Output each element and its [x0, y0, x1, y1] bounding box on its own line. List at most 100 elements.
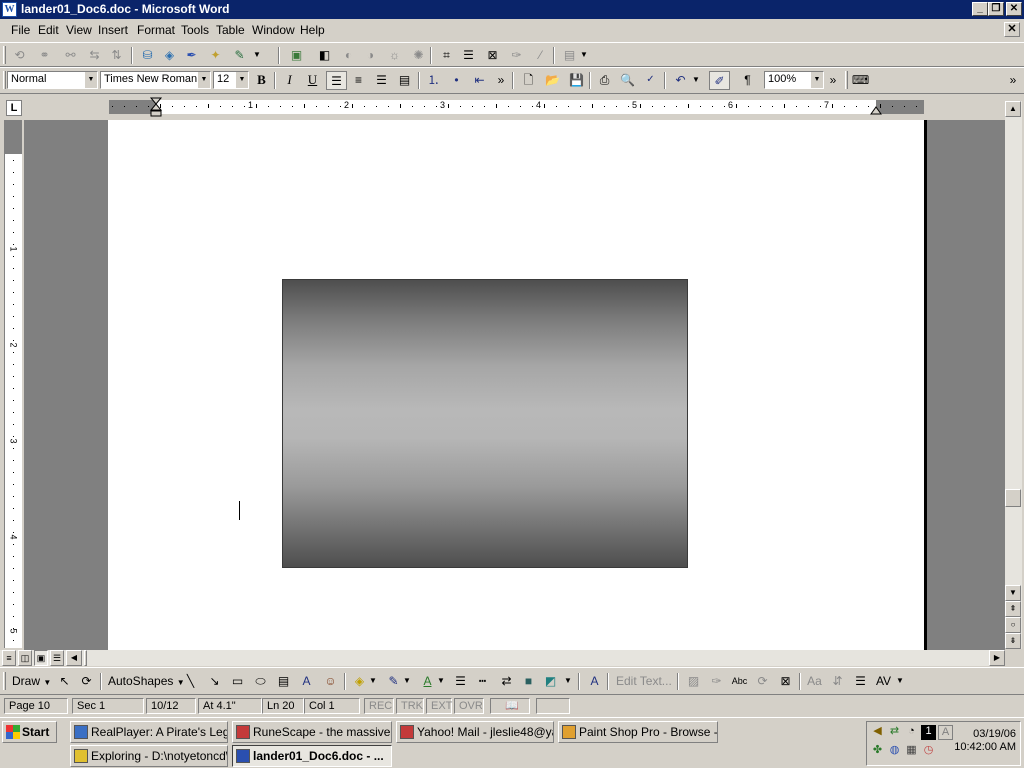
show-hide-button[interactable]: ¶ [737, 71, 758, 90]
dropdown-arrow-icon[interactable]: ▼ [436, 672, 446, 691]
task-button-exploring[interactable]: Exploring - D:\notyetoncd\... [70, 745, 228, 767]
align-left-button[interactable]: ☰ [326, 71, 347, 90]
right-indent-marker-icon[interactable] [868, 102, 884, 116]
font-size-select[interactable]: 12 ▼ [213, 71, 249, 89]
minimize-button[interactable]: _ [972, 2, 988, 16]
undo-icon[interactable]: ↶ [670, 71, 691, 90]
arrow-style-icon[interactable]: ⇄ [496, 672, 517, 691]
save-icon[interactable]: 💾 [566, 71, 587, 90]
print-icon[interactable]: ⎙ [594, 71, 615, 90]
keyboard-icon[interactable]: ⌨ [850, 71, 871, 90]
start-button[interactable]: Start [2, 721, 57, 743]
dropdown-arrow-icon[interactable]: ▼ [250, 46, 264, 65]
wordart-shape-icon[interactable]: ▨ [683, 672, 704, 691]
scroll-up-icon[interactable]: ▲ [1005, 101, 1021, 117]
align-right-button[interactable]: ☰ [371, 71, 392, 90]
task-button-runescape[interactable]: RuneScape - the massive ... [232, 721, 392, 743]
menu-format[interactable]: Format [137, 23, 175, 37]
image-control-icon[interactable]: ◧ [314, 46, 335, 65]
inserted-picture[interactable] [282, 279, 688, 568]
document-area[interactable] [24, 120, 1005, 650]
new-document-icon[interactable]: 🗋 [518, 71, 539, 90]
free-rotate-icon[interactable]: ⟳ [752, 672, 773, 691]
menu-help[interactable]: Help [300, 23, 325, 37]
spelling-icon[interactable]: ✓ [640, 71, 661, 90]
wordart-icon[interactable]: A [296, 672, 317, 691]
globe-icon[interactable]: ◍ [887, 744, 902, 759]
status-rec[interactable]: REC [364, 698, 394, 714]
toolbar-grip[interactable] [3, 672, 6, 690]
link-icon[interactable]: ⚯ [60, 46, 81, 65]
tray-number-badge[interactable]: 1 [921, 725, 936, 740]
restore-button[interactable]: ❐ [988, 2, 1004, 16]
wordart-gallery-icon[interactable]: Abc [729, 672, 750, 691]
printer-icon[interactable]: ▦ [904, 744, 919, 759]
scroll-right-icon[interactable]: ▶ [989, 650, 1005, 666]
format-wordart-icon[interactable]: ✑ [706, 672, 727, 691]
pencil-color-icon[interactable]: ✎ [229, 46, 250, 65]
menu-file[interactable]: File [11, 23, 30, 37]
zoom-select[interactable]: 100% ▼ [764, 71, 824, 89]
line-style-icon[interactable]: ☰ [450, 672, 471, 691]
free-rotate-icon[interactable]: ⟳ [76, 672, 97, 691]
dropdown-arrow-icon[interactable]: ▼ [690, 71, 702, 90]
web-layout-view-icon[interactable]: ◫ [18, 650, 32, 666]
next-page-icon[interactable]: ⇟ [1005, 633, 1021, 649]
menu-window[interactable]: Window [252, 23, 295, 37]
horizontal-scrollbar[interactable]: ≡ ◫ ▣ ☰ ◀ ▶ [0, 650, 1005, 666]
shape-fill-icon[interactable]: ◈ [159, 46, 180, 65]
align-center-button[interactable]: ≡ [348, 71, 369, 90]
bullets-icon[interactable]: • [446, 71, 467, 90]
draw-menu[interactable]: Draw ▼ [12, 674, 51, 688]
font-color-icon[interactable]: A [417, 672, 438, 691]
network-icon[interactable]: ⇄ [887, 725, 902, 740]
horizontal-ruler[interactable]: L 1 2 3 4 5 6 7 [0, 96, 1024, 120]
bucket-icon[interactable]: ⛁ [137, 46, 158, 65]
status-ovr[interactable]: OVR [454, 698, 484, 714]
arrow-tool-icon[interactable]: ↘ [204, 672, 225, 691]
unlink-icon[interactable]: ⚭ [34, 46, 55, 65]
outline-view-icon[interactable]: ☰ [50, 650, 64, 666]
scroll-left-icon[interactable]: ◀ [66, 650, 82, 666]
menu-view[interactable]: View [66, 23, 92, 37]
wordart-icon[interactable]: A [584, 672, 605, 691]
bold-button[interactable]: B [251, 71, 272, 90]
highlight-icon[interactable]: ✦ [205, 46, 226, 65]
italic-button[interactable]: I [279, 71, 300, 90]
tab-selector[interactable]: L [6, 100, 22, 116]
vertical-text-icon[interactable]: ⇵ [827, 672, 848, 691]
less-brightness-icon[interactable]: ✺ [408, 46, 429, 65]
task-button-word[interactable]: lander01_Doc6.doc - ... [232, 745, 392, 767]
more-brightness-icon[interactable]: ☼ [384, 46, 405, 65]
shadow-icon[interactable]: ■ [518, 672, 539, 691]
select-objects-icon[interactable]: ↖ [54, 672, 75, 691]
decrease-indent-icon[interactable]: ⇤ [469, 71, 490, 90]
task-button-yahoo-mail[interactable]: Yahoo! Mail - jleslie48@ya... [396, 721, 554, 743]
document-page[interactable] [108, 120, 924, 650]
document-close-button[interactable]: ✕ [1004, 22, 1020, 37]
chevron-down-icon[interactable]: ▼ [810, 72, 823, 88]
numbering-icon[interactable]: ⒈ [423, 71, 444, 90]
oval-tool-icon[interactable]: ⬭ [250, 672, 271, 691]
format-picture-icon[interactable]: ✑ [506, 46, 527, 65]
line-tool-icon[interactable]: ╲ [180, 672, 201, 691]
rectangle-tool-icon[interactable]: ▭ [227, 672, 248, 691]
reset-picture-icon[interactable]: ▤ [559, 46, 580, 65]
font-select[interactable]: Times New Roman ▼ [100, 71, 211, 89]
toolbar-grip[interactable] [3, 46, 6, 64]
menu-tools[interactable]: Tools [181, 23, 209, 37]
less-contrast-icon[interactable]: ◑ [360, 46, 381, 65]
more-buttons-icon[interactable]: » [494, 71, 508, 90]
line-color-icon[interactable]: ✎ [383, 672, 404, 691]
status-trk[interactable]: TRK [396, 698, 424, 714]
clip-art-icon[interactable]: ☺ [320, 672, 341, 691]
dropdown-arrow-icon[interactable]: ▼ [562, 672, 574, 691]
chevron-down-icon[interactable]: ▼ [197, 72, 210, 88]
dropdown-arrow-icon[interactable]: ▼ [402, 672, 412, 691]
vertical-ruler[interactable]: 1 2 3 4 5 [4, 120, 22, 648]
clock[interactable]: 03/19/06 10:42:00 AM [954, 728, 1016, 754]
tray-letter-badge[interactable]: A [938, 725, 953, 740]
dropdown-arrow-icon[interactable]: ▼ [368, 672, 378, 691]
task-button-realplayer[interactable]: RealPlayer: A Pirate's Leg... [70, 721, 228, 743]
3d-icon[interactable]: ◩ [540, 672, 561, 691]
